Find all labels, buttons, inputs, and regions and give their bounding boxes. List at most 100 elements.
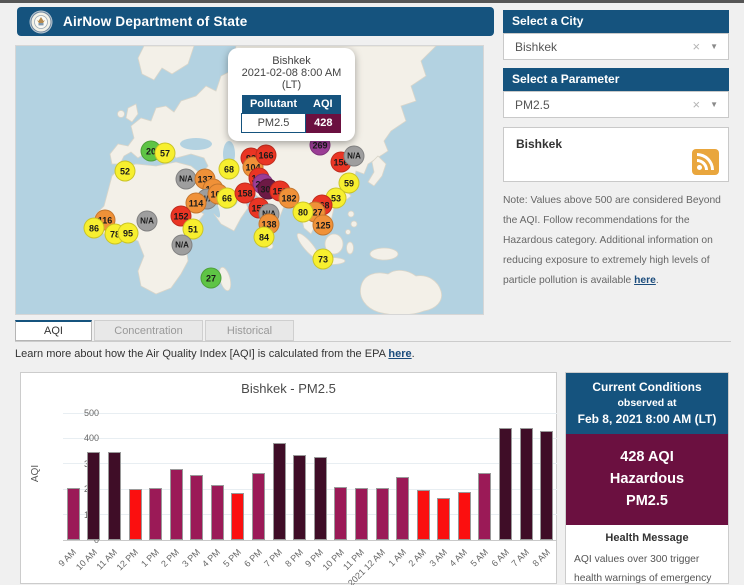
city-dropdown-arrow-icon[interactable]: ▼ — [710, 42, 718, 51]
popup-table: Pollutant AQI PM2.5 428 — [241, 95, 341, 133]
aqi-status-block: 428 AQI Hazardous PM2.5 — [566, 434, 728, 525]
window-top-strip — [0, 0, 744, 3]
aqi-marker-166[interactable]: 166 — [256, 145, 277, 166]
learn-more-period: . — [412, 348, 415, 360]
select-parameter-label: Select a Parameter — [503, 68, 729, 91]
bar-6-am[interactable] — [499, 428, 512, 540]
aqi-marker-84[interactable]: 84 — [254, 227, 275, 248]
app-header: AirNow Department of State — [17, 7, 494, 36]
aqi-marker-n-a[interactable]: N/A — [137, 211, 158, 232]
current-conditions-title: Current Conditions — [570, 380, 724, 394]
note-text: Note: Values above 500 are considered Be… — [503, 195, 721, 286]
bar-3-pm[interactable] — [190, 475, 203, 540]
popup-city: Bishkek — [234, 55, 349, 67]
tab-historical[interactable]: Historical — [205, 320, 294, 341]
aqi-parameter: PM2.5 — [570, 490, 724, 512]
bar-11-am[interactable] — [108, 452, 121, 540]
aqi-marker-125[interactable]: 125 — [313, 215, 334, 236]
current-conditions-panel: Current Conditions observed at Feb 8, 20… — [565, 372, 729, 584]
chart-title: Bishkek - PM2.5 — [21, 381, 556, 396]
aqi-marker-86[interactable]: 86 — [84, 218, 105, 239]
aqi-value: 428 AQI — [570, 446, 724, 468]
learn-more-text: Learn more about how the Air Quality Ind… — [15, 348, 415, 360]
beyond-aqi-note: Note: Values above 500 are considered Be… — [503, 191, 731, 291]
health-message-title: Health Message — [574, 532, 720, 544]
city-select-value: Bishkek — [515, 40, 692, 54]
chart-plot-area: 01002003004005009 AM10 AM11 AM12 PM1 PM2… — [63, 413, 557, 540]
world-aqi-map[interactable]: 205752N/A137125N/A1066611415251N/AN/A116… — [15, 45, 484, 315]
gridline-400 — [63, 438, 557, 439]
aqi-marker-n-a[interactable]: N/A — [172, 235, 193, 256]
gridline-300 — [63, 463, 557, 464]
aqi-marker-57[interactable]: 57 — [155, 143, 176, 164]
aqi-marker-95[interactable]: 95 — [118, 223, 139, 244]
city-clear-icon[interactable]: × — [692, 40, 700, 53]
popup-datetime: 2021-02-08 8:00 AM — [234, 67, 349, 79]
bar-8-am[interactable] — [540, 431, 553, 540]
aqi-marker-27[interactable]: 27 — [201, 268, 222, 289]
bar-9-pm[interactable] — [314, 457, 327, 540]
aqi-marker-n-a[interactable]: N/A — [176, 169, 197, 190]
learn-more-before: Learn more about how the Air Quality Ind… — [15, 348, 388, 360]
bar-6-pm[interactable] — [252, 473, 265, 540]
aqi-marker-68[interactable]: 68 — [219, 159, 240, 180]
city-select[interactable]: Bishkek × ▼ — [503, 33, 729, 60]
observed-at-label: observed at — [570, 397, 724, 409]
aqi-marker-n-a[interactable]: N/A — [344, 146, 365, 167]
bar-3-am[interactable] — [437, 498, 450, 540]
bar-9-am[interactable] — [67, 488, 80, 540]
y-tick-400: 400 — [65, 433, 99, 443]
bar-7-am[interactable] — [520, 428, 533, 540]
aqi-category: Hazardous — [570, 468, 724, 490]
parameter-select-value: PM2.5 — [515, 98, 692, 112]
bar-8-pm[interactable] — [293, 455, 306, 540]
bar-12-pm[interactable] — [129, 489, 142, 540]
aqi-marker-52[interactable]: 52 — [115, 161, 136, 182]
aqi-bar-chart: Bishkek - PM2.5 AQI 01002003004005009 AM… — [20, 372, 557, 584]
gridline-500 — [63, 413, 557, 414]
rss-feed-city-label: Bishkek — [516, 137, 562, 151]
note-period: . — [656, 275, 659, 286]
parameter-clear-icon[interactable]: × — [692, 98, 700, 111]
bar-5-am[interactable] — [478, 473, 491, 540]
health-message: Health Message AQI values over 300 trigg… — [566, 525, 728, 585]
chart-y-axis-label: AQI — [30, 465, 41, 482]
parameter-dropdown-arrow-icon[interactable]: ▼ — [710, 100, 718, 109]
popup-timezone: (LT) — [234, 79, 349, 91]
bar-10-am[interactable] — [87, 452, 100, 540]
bar-7-pm[interactable] — [273, 443, 286, 540]
aqi-marker-80[interactable]: 80 — [293, 202, 314, 223]
bar-10-pm[interactable] — [334, 487, 347, 540]
popup-aqi-value: 428 — [305, 114, 341, 133]
note-here-link[interactable]: here — [634, 275, 656, 286]
learn-more-here-link[interactable]: here — [388, 348, 411, 360]
view-tabs: AQIConcentrationHistorical — [15, 320, 294, 341]
bar-4-pm[interactable] — [211, 485, 224, 540]
current-conditions-header: Current Conditions observed at Feb 8, 20… — [566, 373, 728, 434]
bar-1-pm[interactable] — [149, 488, 162, 540]
y-tick-500: 500 — [65, 408, 99, 418]
tab-aqi[interactable]: AQI — [15, 320, 92, 341]
page-title: AirNow Department of State — [63, 14, 247, 29]
parameter-select[interactable]: PM2.5 × ▼ — [503, 91, 729, 118]
health-message-body: AQI values over 300 trigger health warni… — [574, 550, 720, 585]
chart-x-axis-line — [63, 540, 557, 541]
rss-icon[interactable] — [692, 149, 719, 175]
bar-2-pm[interactable] — [170, 469, 183, 540]
popup-col-aqi: AQI — [305, 95, 341, 114]
popup-pollutant-value: PM2.5 — [242, 114, 305, 133]
bar-11-pm[interactable] — [355, 488, 368, 540]
bar-08-2021-12-am[interactable] — [376, 488, 389, 540]
popup-col-pollutant: Pollutant — [242, 95, 305, 114]
tabs-divider — [15, 341, 731, 342]
observed-datetime: Feb 8, 2021 8:00 AM (LT) — [570, 412, 724, 426]
rss-feed-box: Bishkek — [503, 127, 729, 182]
tab-concentration[interactable]: Concentration — [94, 320, 203, 341]
bar-2-am[interactable] — [417, 490, 430, 540]
aqi-marker-73[interactable]: 73 — [313, 249, 334, 270]
bar-4-am[interactable] — [458, 492, 471, 540]
map-popup: Bishkek 2021-02-08 8:00 AM (LT) Pollutan… — [228, 48, 355, 141]
bar-5-pm[interactable] — [231, 493, 244, 540]
bar-1-am[interactable] — [396, 477, 409, 541]
state-department-seal-icon — [29, 10, 53, 34]
